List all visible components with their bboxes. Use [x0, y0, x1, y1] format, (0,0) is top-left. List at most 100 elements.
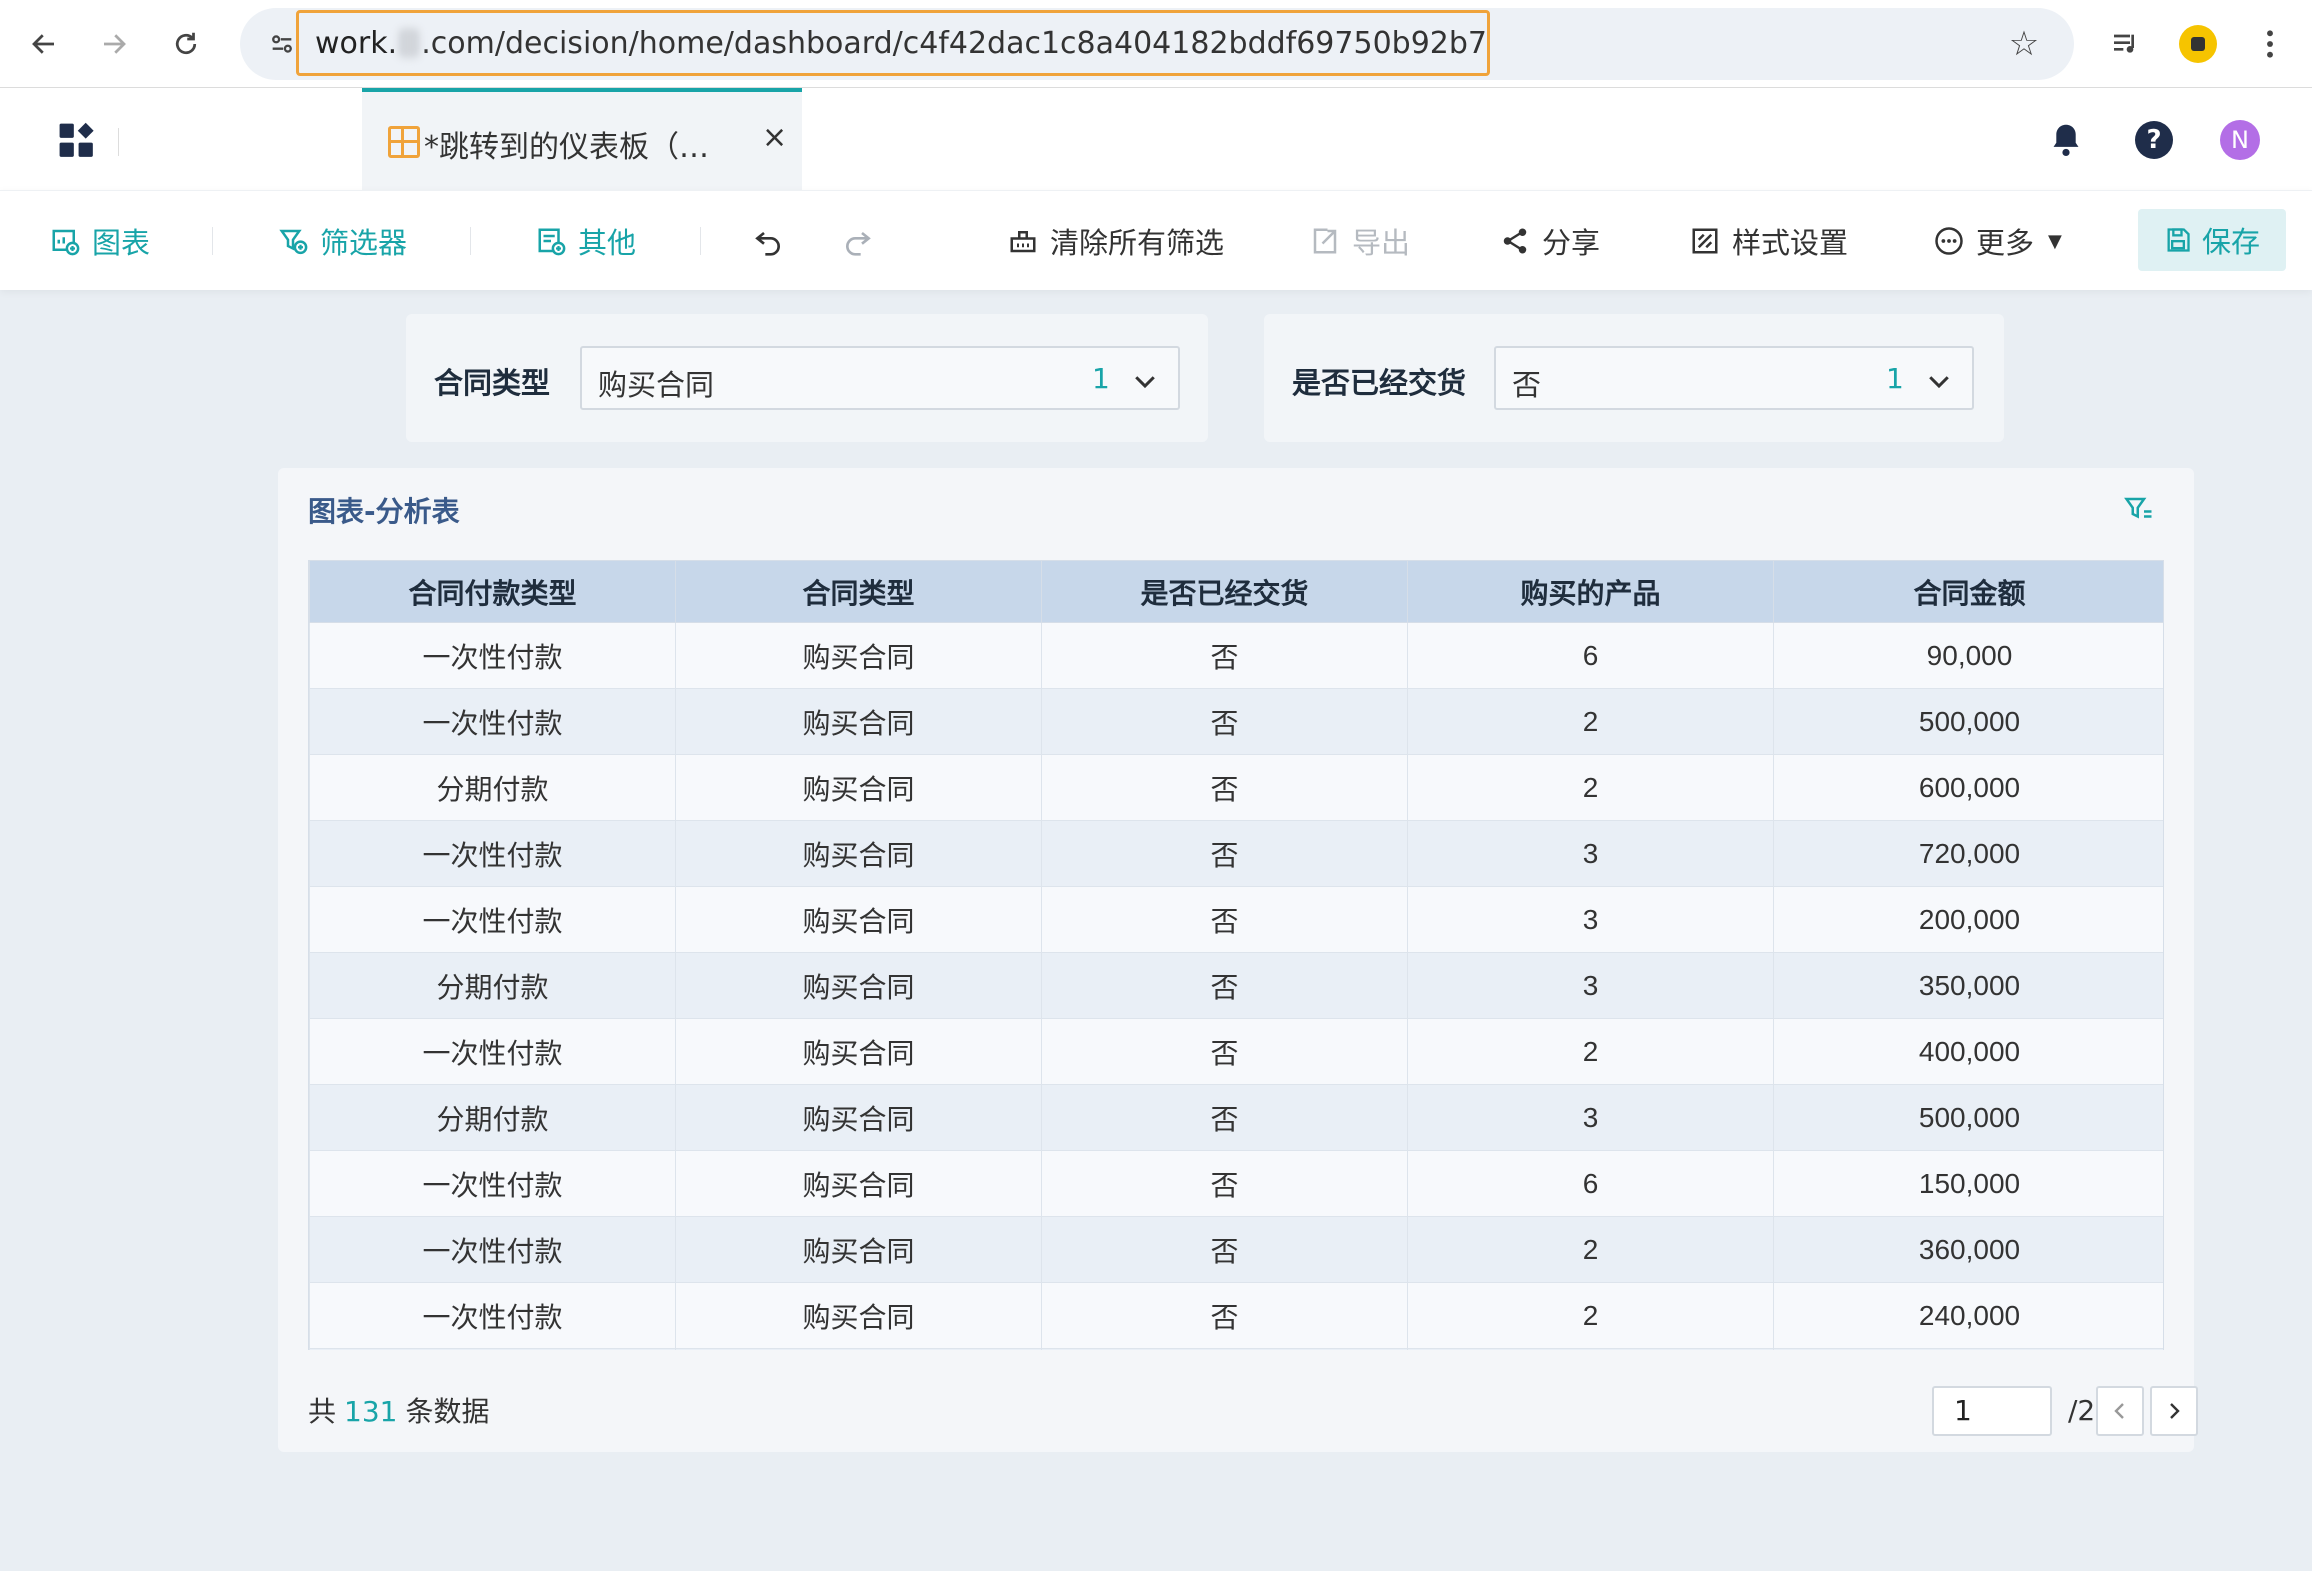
undo-icon — [755, 231, 780, 256]
table-cell: 购买合同 — [675, 1150, 1042, 1217]
table-cell: 否 — [1041, 1150, 1408, 1217]
page-total: /2 — [2068, 1394, 2096, 1427]
prev-page-button[interactable] — [2096, 1386, 2144, 1436]
contract-type-select[interactable]: 购买合同 1 — [580, 346, 1180, 410]
table-row[interactable]: 一次性付款 购买合同否 3 720,000 — [309, 820, 2163, 887]
add-other-button[interactable]: 其他 — [536, 217, 636, 265]
data-table: 合同付款类型 合同类型 是否已经交货 购买的产品 合同金额 一次性付款 购买合同否… — [309, 560, 2163, 1350]
dashboard-toolbar: 图表 筛选器 其他 清除所有筛选 导出 分享 样式设置 更多 ▼ 保存 — [0, 190, 2312, 290]
table-cell: 否 — [1041, 622, 1408, 689]
table-cell: 否 — [1041, 952, 1408, 1019]
table-cell: 150,000 — [1773, 1150, 2163, 1217]
table-row[interactable]: 分期付款 购买合同否 2 600,000 — [309, 754, 2163, 821]
table-cell: 购买合同 — [675, 1282, 1042, 1349]
app-grid-icon[interactable] — [58, 122, 96, 160]
table-row[interactable]: 一次性付款 购买合同否 3 200,000 — [309, 886, 2163, 953]
filter-selected-value: 否 — [1512, 368, 1542, 402]
clear-all-filters-button[interactable]: 清除所有筛选 — [1008, 217, 1224, 265]
page-number-input[interactable]: 1 — [1932, 1386, 2052, 1436]
table-cell: 否 — [1041, 754, 1408, 821]
column-header[interactable]: 合同类型 — [675, 560, 1042, 623]
table-cell: 购买合同 — [675, 952, 1042, 1019]
table-cell: 192,000 — [1773, 1348, 2163, 1350]
share-button[interactable]: 分享 — [1500, 217, 1600, 265]
chevron-left-icon — [2114, 1403, 2124, 1419]
next-page-button[interactable] — [2150, 1386, 2198, 1436]
table-cell: 否 — [1041, 1216, 1408, 1283]
table-cell: 360,000 — [1773, 1216, 2163, 1283]
add-filter-button[interactable]: 筛选器 — [278, 217, 407, 265]
more-menu-button[interactable]: 更多 ▼ — [1934, 217, 2062, 265]
caret-down-icon: ▼ — [2048, 230, 2062, 252]
tab-close-icon[interactable]: × — [762, 120, 787, 155]
dashboard-tab[interactable]: *跳转到的仪表板（多个… × — [362, 88, 802, 190]
table-row[interactable]: 一次性付款 购买合同否 2 240,000 — [309, 1282, 2163, 1349]
delivered-select[interactable]: 否 1 — [1494, 346, 1974, 410]
table-cell: 6 — [1407, 1150, 1774, 1217]
dashboard-icon — [388, 126, 420, 158]
table-row[interactable]: 一次性付款 购买合同否 2 360,000 — [309, 1216, 2163, 1283]
filter-selected-value: 购买合同 — [598, 368, 715, 402]
table-cell: 600,000 — [1773, 754, 2163, 821]
column-header[interactable]: 购买的产品 — [1407, 560, 1774, 623]
help-icon[interactable]: ? — [2132, 118, 2176, 162]
table-cell: 一次性付款 — [309, 1282, 676, 1349]
table-row[interactable]: 分期付款 购买合同否 3 350,000 — [309, 952, 2163, 1019]
column-header[interactable]: 是否已经交货 — [1041, 560, 1408, 623]
omnibox: work. .com/decision/home/dashboard/c4f42… — [240, 8, 2074, 80]
contract-type-filter: 合同类型 购买合同 1 — [406, 314, 1208, 442]
filter-list-icon[interactable] — [2124, 494, 2154, 524]
table-cell: 一次性付款 — [309, 1216, 676, 1283]
table-row[interactable]: 一次性付款 购买合同否 2 400,000 — [309, 1018, 2163, 1085]
table-row[interactable]: 一次性付款购买合同否3192,000 — [309, 1348, 2163, 1350]
table-cell: 否 — [1041, 1084, 1408, 1151]
save-button[interactable]: 保存 — [2138, 209, 2286, 271]
table-header-row: 合同付款类型 合同类型 是否已经交货 购买的产品 合同金额 — [309, 560, 2163, 623]
extension-icon — [2179, 25, 2217, 63]
url-input[interactable]: work. .com/decision/home/dashboard/c4f42… — [296, 10, 1490, 76]
analysis-table-widget: 图表-分析表 合同付款类型 合同类型 是否已经交货 购买的产品 合同金额 一次性… — [278, 468, 2198, 1452]
url-blurred-part — [399, 28, 420, 58]
extension-button[interactable] — [2168, 14, 2228, 74]
table-cell: 240,000 — [1773, 1282, 2163, 1349]
forward-button[interactable] — [84, 14, 144, 74]
back-button[interactable] — [14, 14, 74, 74]
column-header[interactable]: 合同付款类型 — [309, 560, 676, 623]
table-cell: 一次性付款 — [309, 886, 676, 953]
table-cell: 3 — [1407, 886, 1774, 953]
style-icon — [1690, 226, 1720, 256]
column-header[interactable]: 合同金额 — [1773, 560, 2163, 623]
browser-toolbar: work. .com/decision/home/dashboard/c4f42… — [0, 0, 2312, 88]
table-cell: 分期付款 — [309, 952, 676, 1019]
table-cell: 否 — [1041, 1348, 1408, 1350]
toolbar-divider — [700, 227, 701, 255]
other-label: 其他 — [578, 226, 637, 260]
filter-selected-count: 1 — [1092, 362, 1110, 395]
add-chart-button[interactable]: 图表 — [50, 217, 150, 265]
filter-label: 筛选器 — [320, 226, 408, 260]
redo-button[interactable] — [842, 217, 874, 265]
notification-bell-icon[interactable] — [2044, 118, 2088, 162]
total-count-text: 共 131 条数据 — [308, 1390, 489, 1430]
table-cell: 500,000 — [1773, 1084, 2163, 1151]
arrow-right-icon — [104, 34, 126, 54]
export-button[interactable]: 导出 — [1310, 217, 1410, 265]
table-row[interactable]: 分期付款 购买合同否 3 500,000 — [309, 1084, 2163, 1151]
avatar-letter: N — [2220, 120, 2260, 160]
table-row[interactable]: 一次性付款 购买合同否 2 500,000 — [309, 688, 2163, 755]
bookmark-star-icon[interactable]: ☆ — [2002, 22, 2046, 66]
table-cell: 购买合同 — [675, 1084, 1042, 1151]
media-controls-button[interactable] — [2096, 14, 2156, 74]
undo-button[interactable] — [752, 217, 784, 265]
total-count: 131 — [344, 1395, 398, 1428]
user-avatar[interactable]: N — [2218, 118, 2262, 162]
table-cell: 购买合同 — [675, 688, 1042, 755]
browser-menu-button[interactable] — [2240, 14, 2300, 74]
style-settings-button[interactable]: 样式设置 — [1690, 217, 1848, 265]
redo-icon — [846, 231, 871, 256]
table-cell: 一次性付款 — [309, 1018, 676, 1085]
table-scroll-area[interactable]: 合同付款类型 合同类型 是否已经交货 购买的产品 合同金额 一次性付款 购买合同否… — [308, 560, 2164, 1350]
table-row[interactable]: 一次性付款 购买合同否 6 90,000 — [309, 622, 2163, 689]
reload-button[interactable] — [156, 14, 216, 74]
table-row[interactable]: 一次性付款 购买合同否 6 150,000 — [309, 1150, 2163, 1217]
